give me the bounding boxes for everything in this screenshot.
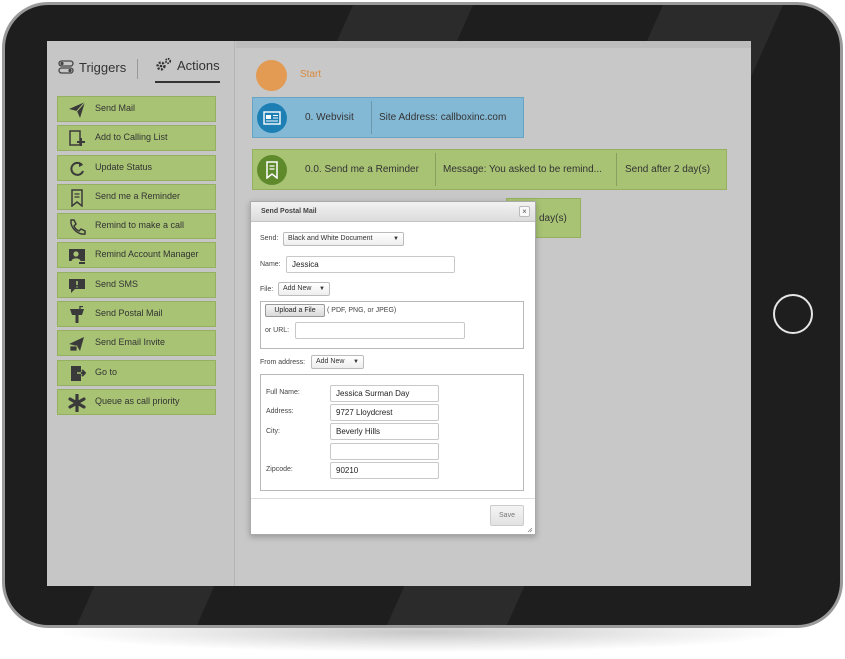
- phone-icon: [67, 217, 87, 237]
- toggles-icon: [58, 60, 74, 74]
- action-label: Remind to make a call: [95, 220, 185, 231]
- fullname-label: Full Name:: [266, 389, 300, 396]
- city-input[interactable]: Beverly Hills: [330, 423, 439, 440]
- action-send-mail[interactable]: Send Mail: [57, 96, 216, 122]
- action-send-postal-mail[interactable]: Send Postal Mail: [57, 301, 216, 328]
- flow-node-webvisit[interactable]: 0. Webvisit Site Address: callboxinc.com: [252, 97, 524, 138]
- tab-separator: [137, 59, 138, 79]
- webpage-icon: [257, 103, 287, 133]
- bar-divider: [371, 101, 372, 134]
- zipcode-label: Zipcode:: [266, 466, 293, 473]
- send-type-value: Black and White Document: [288, 235, 373, 242]
- resize-grip-icon[interactable]: [527, 527, 533, 533]
- action-send-email-invite[interactable]: Send Email Invite: [57, 330, 216, 357]
- webvisit-name: 0. Webvisit: [305, 112, 354, 123]
- mailbox-icon: [67, 305, 87, 325]
- refresh-icon: [67, 159, 87, 179]
- action-update-status[interactable]: Update Status: [57, 154, 216, 181]
- tab-actions-label: Actions: [177, 57, 220, 73]
- tab-triggers-label: Triggers: [79, 59, 127, 75]
- start-label: Start: [300, 69, 322, 80]
- name-label: Name:: [260, 261, 281, 268]
- gears-icon: [156, 57, 172, 71]
- reminder-name: 0.0. Send me a Reminder: [305, 164, 419, 175]
- name-input[interactable]: Jessica: [286, 256, 455, 273]
- flow-node-reminder[interactable]: 0.0. Send me a Reminder Message: You ask…: [252, 149, 727, 190]
- bookmark-icon: [257, 155, 287, 185]
- action-add-to-calling-list[interactable]: Add to Calling List: [57, 125, 216, 152]
- dialog-title: Send Postal Mail: [261, 208, 317, 215]
- file-select-value: Add New: [283, 285, 312, 292]
- bar-divider: [435, 153, 436, 186]
- action-label: Queue as call priority: [95, 395, 180, 406]
- tab-actions[interactable]: Actions: [155, 51, 220, 83]
- bar-divider: [616, 153, 617, 186]
- action-go-to[interactable]: Go to: [57, 359, 216, 386]
- paper-plane-icon: [67, 100, 87, 120]
- address-label: Address:: [266, 408, 294, 415]
- action-label: Send Mail: [95, 103, 136, 113]
- dialog-header: Send Postal Mail ×: [251, 202, 535, 222]
- chevron-down-icon: ▼: [393, 236, 399, 242]
- asterisk-icon: [67, 393, 87, 413]
- add-list-icon: [67, 129, 87, 149]
- action-remind-account-manager[interactable]: Remind Account Manager: [57, 242, 216, 269]
- bookmark-icon: [67, 188, 87, 208]
- home-button[interactable]: [773, 294, 813, 334]
- from-address-label: From address:: [260, 359, 306, 366]
- chevron-down-icon: ▼: [353, 359, 359, 365]
- sms-icon: [67, 276, 87, 296]
- send-label: Send:: [260, 235, 279, 242]
- action-label: Send me a Reminder: [95, 190, 181, 201]
- action-label: Send Email Invite: [95, 337, 166, 348]
- file-label: File:: [260, 286, 274, 293]
- action-label: Remind Account Manager: [95, 249, 199, 260]
- action-label: Update Status: [95, 161, 153, 172]
- file-select[interactable]: Add New ▼: [278, 282, 330, 296]
- action-list: Send Mail Add to Calling List Update Sta…: [57, 96, 216, 418]
- action-remind-to-make-a-call[interactable]: Remind to make a call: [57, 213, 216, 240]
- sidebar: Triggers Actions Send Mail Add to Callin…: [47, 41, 235, 586]
- reminder-timing: Send after 2 day(s): [625, 164, 711, 175]
- action-send-sms[interactable]: Send SMS: [57, 271, 216, 298]
- upload-hint: ( PDF, PNG, or JPEG): [327, 307, 397, 314]
- reminder-message: Message: You asked to be remind...: [443, 164, 602, 175]
- address-input[interactable]: 9727 Lloydcrest: [330, 404, 439, 421]
- action-label: Go to: [95, 366, 118, 377]
- tab-triggers[interactable]: Triggers: [58, 51, 126, 83]
- from-address-value: Add New: [316, 358, 345, 365]
- fullname-input[interactable]: Jessica Surman Day: [330, 385, 439, 402]
- action-queue-as-call-priority[interactable]: Queue as call priority: [57, 388, 216, 415]
- city-label: City:: [266, 428, 280, 435]
- account-manager-icon: [67, 246, 87, 266]
- action-label: Send Postal Mail: [95, 308, 163, 319]
- upload-file-button[interactable]: Upload a File: [265, 304, 325, 317]
- goto-icon: [67, 364, 87, 384]
- webvisit-detail: Site Address: callboxinc.com: [379, 112, 507, 123]
- action-send-me-a-reminder[interactable]: Send me a Reminder: [57, 183, 216, 210]
- url-input[interactable]: [295, 322, 465, 339]
- action-label: Add to Calling List: [95, 132, 168, 143]
- from-address-select[interactable]: Add New ▼: [311, 355, 364, 369]
- app-screen: Triggers Actions Send Mail Add to Callin…: [47, 41, 751, 586]
- address-extra-input[interactable]: [330, 443, 439, 460]
- close-button[interactable]: ×: [519, 206, 530, 217]
- partial-node-text: day(s): [539, 213, 567, 224]
- url-label: or URL:: [265, 327, 290, 334]
- send-postal-mail-dialog: Send Postal Mail × Send: Black and White…: [250, 201, 536, 535]
- start-node[interactable]: [256, 60, 287, 91]
- email-invite-icon: [67, 334, 87, 354]
- send-type-select[interactable]: Black and White Document ▼: [283, 232, 404, 246]
- chevron-down-icon: ▼: [319, 286, 325, 292]
- save-button[interactable]: Save: [490, 505, 524, 526]
- zipcode-input[interactable]: 90210: [330, 462, 439, 479]
- dialog-footer-divider: [251, 498, 535, 499]
- sidebar-tabs: Triggers Actions: [47, 51, 235, 85]
- action-label: Send SMS: [95, 278, 139, 289]
